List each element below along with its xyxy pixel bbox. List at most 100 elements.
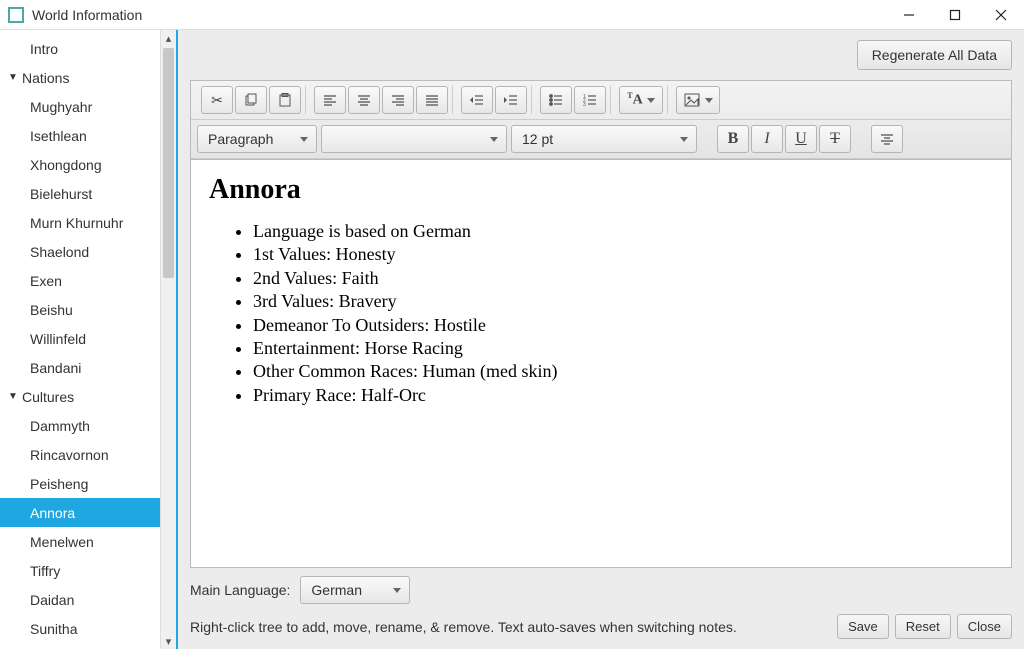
ul-icon [548,93,564,107]
app-icon [8,7,24,23]
close-button[interactable]: Close [957,614,1012,639]
tree-item-bielehurst[interactable]: Bielehurst [0,179,160,208]
document-bullet: Demeanor To Outsiders: Hostile [253,314,993,337]
image-icon [684,93,702,107]
tree-item-label: Beishu [28,302,73,318]
strikethrough-button[interactable]: T [819,125,851,153]
tree-item-willinfeld[interactable]: Willinfeld [0,324,160,353]
insert-image-button[interactable] [676,86,720,114]
tree-item-daidan[interactable]: Daidan [0,585,160,614]
indent-button[interactable] [495,86,527,114]
scrollbar-thumb[interactable] [163,48,174,278]
sidebar: Intro▼NationsMughyahrIsethleanXhongdongB… [0,30,178,649]
bold-button[interactable]: B [717,125,749,153]
scroll-down-icon[interactable]: ▾ [161,633,176,649]
save-button[interactable]: Save [837,614,889,639]
document-bullet: Primary Race: Half-Orc [253,384,993,407]
tree-item-xhongdong[interactable]: Xhongdong [0,150,160,179]
editor-content[interactable]: Annora Language is based on German1st Va… [190,159,1012,568]
tree-expand-icon[interactable]: ▼ [6,391,20,402]
document-bullet: Other Common Races: Human (med skin) [253,360,993,383]
tree-item-menelwen[interactable]: Menelwen [0,527,160,556]
chevron-down-icon [647,98,655,103]
chevron-down-icon [490,137,498,142]
tree-item-sunitha[interactable]: Sunitha [0,614,160,643]
tree-item-isethlean[interactable]: Isethlean [0,121,160,150]
tree-item-label: Tiffry [28,563,60,579]
tree-item-label: Shaelond [28,244,89,260]
tree-item-nations[interactable]: ▼Nations [0,63,160,92]
reset-button[interactable]: Reset [895,614,951,639]
tree-expand-icon[interactable]: ▼ [6,72,20,83]
tree-item-exen[interactable]: Exen [0,266,160,295]
font-family-combo[interactable] [321,125,507,153]
main-language-combo[interactable]: German [300,576,410,604]
tree-item-label: Murn Khurnuhr [28,215,123,231]
hint-text: Right-click tree to add, move, rename, &… [190,619,837,635]
tree-item-label: Isethlean [28,128,87,144]
tree-item-intro[interactable]: Intro [0,34,160,63]
underline-button[interactable]: U [785,125,817,153]
tree-item-cultures[interactable]: ▼Cultures [0,382,160,411]
font-size-value: 12 pt [522,131,553,147]
tree-item-label: Menelwen [28,534,94,550]
tree-item-shaelond[interactable]: Shaelond [0,237,160,266]
copy-button[interactable] [235,86,267,114]
scroll-up-icon[interactable]: ▴ [161,30,176,46]
tree-scrollbar[interactable]: ▴ ▾ [160,30,176,649]
regenerate-all-data-button[interactable]: Regenerate All Data [857,40,1012,70]
tree-item-label: Exen [28,273,62,289]
align-right-icon [390,93,406,107]
main-panel: Regenerate All Data ✂ [178,30,1024,649]
maximize-button[interactable] [932,0,978,30]
tree-item-peisheng[interactable]: Peisheng [0,469,160,498]
paragraph-style-value: Paragraph [208,131,273,147]
tree-item-label: Mughyahr [28,99,92,115]
document-bullets: Language is based on German1st Values: H… [209,220,993,407]
nav-tree[interactable]: Intro▼NationsMughyahrIsethleanXhongdongB… [0,30,160,649]
tree-item-label: Peisheng [28,476,88,492]
tree-item-murn-khurnuhr[interactable]: Murn Khurnuhr [0,208,160,237]
center-content-button[interactable] [871,125,903,153]
tree-item-mughyahr[interactable]: Mughyahr [0,92,160,121]
chevron-down-icon [300,137,308,142]
tree-item-dammyth[interactable]: Dammyth [0,411,160,440]
titlebar: World Information [0,0,1024,30]
numbered-list-button[interactable]: 123 [574,86,606,114]
tree-item-label: Annora [28,505,75,521]
tree-item-label: Willinfeld [28,331,86,347]
minimize-button[interactable] [886,0,932,30]
window-title: World Information [32,7,142,23]
tree-item-label: Bandani [28,360,81,376]
tree-item-beishu[interactable]: Beishu [0,295,160,324]
outdent-icon [469,93,485,107]
paragraph-style-combo[interactable]: Paragraph [197,125,317,153]
strikethrough-icon: T [830,130,840,148]
align-left-icon [322,93,338,107]
svg-text:3: 3 [583,102,586,107]
paste-button[interactable] [269,86,301,114]
font-size-combo[interactable]: 12 pt [511,125,697,153]
document-bullet: 1st Values: Honesty [253,243,993,266]
tree-item-annora[interactable]: Annora [0,498,160,527]
italic-button[interactable]: I [751,125,783,153]
cut-button[interactable]: ✂ [201,86,233,114]
align-left-button[interactable] [314,86,346,114]
italic-icon: I [764,130,769,148]
tree-item-rincavornon[interactable]: Rincavornon [0,440,160,469]
align-right-button[interactable] [382,86,414,114]
chevron-down-icon [705,98,713,103]
outdent-button[interactable] [461,86,493,114]
bulleted-list-button[interactable] [540,86,572,114]
tree-item-label: Intro [28,41,58,57]
align-center-icon [356,93,372,107]
document-bullet: Entertainment: Horse Racing [253,337,993,360]
chevron-down-icon [393,588,401,593]
align-center-button[interactable] [348,86,380,114]
align-justify-button[interactable] [416,86,448,114]
font-color-button[interactable]: TA [619,86,663,114]
close-window-button[interactable] [978,0,1024,30]
tree-item-tiffry[interactable]: Tiffry [0,556,160,585]
main-language-value: German [311,582,362,598]
tree-item-bandani[interactable]: Bandani [0,353,160,382]
